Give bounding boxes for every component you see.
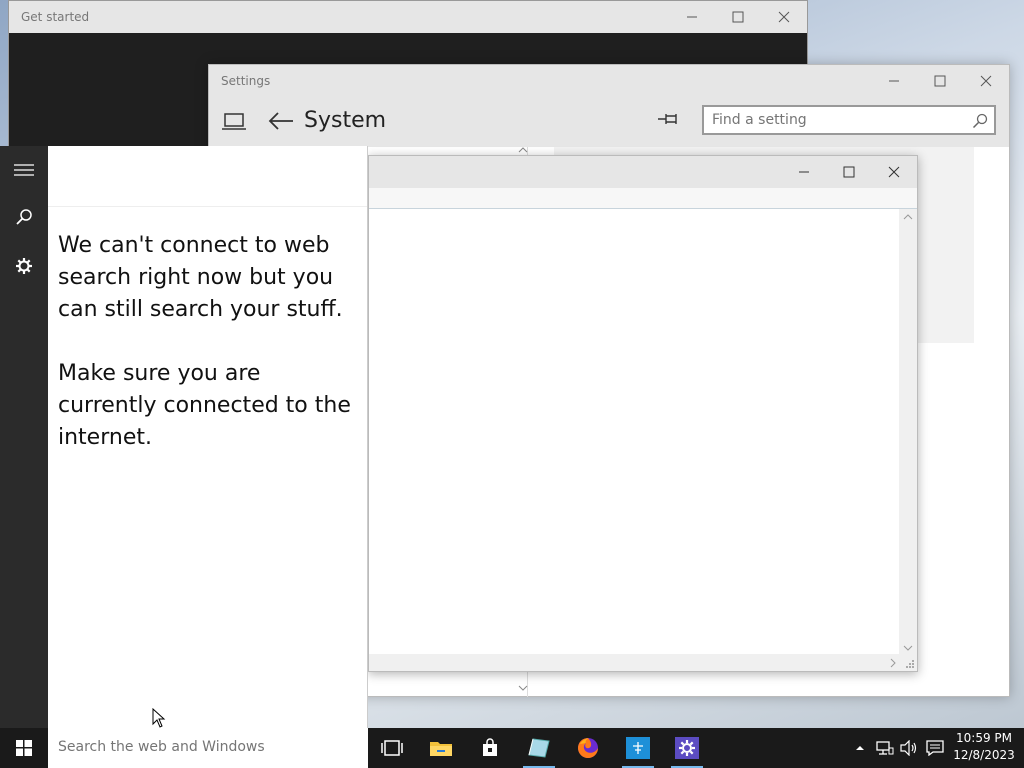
laptop-icon	[222, 113, 246, 130]
clock-time: 10:59 PM	[956, 731, 1012, 745]
settings-title: Settings	[221, 74, 271, 88]
dialog-maximize-button[interactable]	[826, 156, 872, 188]
dialog-close-button[interactable]	[871, 156, 917, 188]
file-explorer-icon	[430, 742, 452, 756]
search-panel-header	[48, 146, 367, 207]
close-icon	[778, 11, 790, 23]
settings-taskbar-button[interactable]	[667, 732, 707, 768]
gear-icon[interactable]	[12, 254, 36, 278]
scroll-up-icon[interactable]	[903, 213, 913, 221]
scroll-up-arrow-icon[interactable]	[517, 145, 529, 155]
minimize-icon	[687, 16, 697, 18]
taskbar-search-input[interactable]	[48, 728, 368, 766]
settings-titlebar[interactable]: Settings	[209, 65, 1009, 97]
settings-minimize-button[interactable]	[871, 65, 917, 97]
search-panel: We can't connect to web search right now…	[0, 146, 368, 728]
minimize-icon	[889, 80, 899, 82]
firefox-icon	[578, 738, 598, 758]
volume-icon[interactable]	[900, 740, 918, 756]
dialog-titlebar[interactable]	[369, 156, 917, 188]
scroll-right-icon[interactable]	[889, 658, 897, 668]
back-arrow-icon[interactable]	[267, 109, 295, 133]
store-button[interactable]	[470, 732, 510, 764]
get-started-title: Get started	[21, 10, 90, 24]
resize-grip-icon[interactable]	[905, 659, 915, 669]
start-button[interactable]	[0, 728, 48, 768]
close-icon	[888, 166, 900, 178]
search-panel-content: We can't connect to web search right now…	[48, 146, 368, 728]
app-button[interactable]	[519, 732, 559, 768]
dialog-address-strip	[369, 188, 917, 209]
settings-search-input[interactable]	[704, 107, 970, 133]
clock-date: 12/8/2023	[953, 748, 1015, 762]
task-view-icon	[381, 740, 403, 756]
windows-logo-icon	[16, 740, 32, 756]
pin-icon[interactable]	[656, 111, 680, 127]
scroll-down-arrow-icon[interactable]	[517, 683, 529, 693]
minimize-button[interactable]	[669, 1, 715, 33]
app-icon	[528, 738, 550, 758]
settings-header: System	[209, 97, 1009, 147]
close-icon	[980, 75, 992, 87]
network-app-button[interactable]	[618, 732, 658, 768]
close-button[interactable]	[761, 1, 807, 33]
system-tray	[854, 728, 944, 768]
minimize-icon	[799, 171, 809, 173]
task-view-button[interactable]	[372, 732, 412, 764]
settings-icon	[675, 737, 699, 759]
taskbar-clock[interactable]: 10:59 PM 12/8/2023	[952, 730, 1016, 764]
taskbar-search-box[interactable]	[48, 728, 368, 768]
settings-maximize-button[interactable]	[917, 65, 963, 97]
blank-dialog-window	[368, 155, 918, 672]
firefox-button[interactable]	[568, 732, 608, 764]
taskbar: 10:59 PM 12/8/2023	[0, 728, 1024, 768]
vertical-scrollbar[interactable]	[899, 209, 917, 656]
network-icon[interactable]	[876, 740, 894, 756]
dialog-content-area[interactable]	[369, 209, 901, 656]
settings-search-box[interactable]	[702, 105, 996, 135]
store-icon	[483, 738, 497, 756]
maximize-icon	[843, 166, 855, 178]
file-explorer-button[interactable]	[421, 732, 461, 764]
settings-close-button[interactable]	[963, 65, 1009, 97]
scroll-down-icon[interactable]	[903, 644, 913, 652]
get-started-titlebar[interactable]: Get started	[9, 1, 807, 33]
search-icon[interactable]	[12, 206, 36, 230]
offline-message-line2: Make sure you are currently connected to…	[58, 361, 351, 450]
horizontal-scrollbar[interactable]	[369, 654, 901, 671]
mouse-cursor-icon	[152, 708, 166, 728]
maximize-button[interactable]	[715, 1, 761, 33]
chevron-up-icon[interactable]	[854, 743, 866, 753]
maximize-icon	[934, 75, 946, 87]
search-panel-rail	[0, 146, 48, 728]
maximize-icon	[732, 11, 744, 23]
search-offline-message: We can't connect to web search right now…	[58, 230, 358, 454]
page-title: System	[304, 108, 387, 133]
network-app-icon	[626, 737, 650, 759]
offline-message-line1: We can't connect to web search right now…	[58, 233, 343, 322]
hamburger-menu-icon[interactable]	[12, 158, 36, 182]
dialog-minimize-button[interactable]	[781, 156, 827, 188]
search-icon[interactable]	[972, 113, 988, 129]
notification-icon[interactable]	[926, 740, 944, 756]
